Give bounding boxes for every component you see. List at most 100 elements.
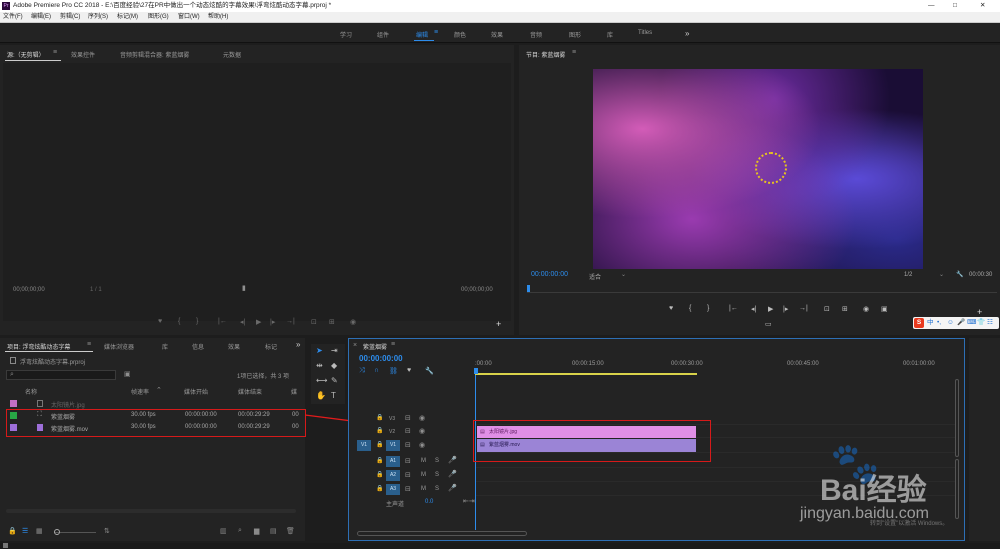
sort-icon[interactable]: ⇅ xyxy=(104,527,110,535)
lock-track-icon[interactable]: 🔒 xyxy=(376,486,383,492)
trash-icon[interactable]: 🗑 xyxy=(286,527,295,535)
overwrite-icon[interactable]: ⊞ xyxy=(329,318,335,326)
menu-window[interactable]: 窗口(W) xyxy=(178,12,200,23)
extract-icon[interactable]: ⊞ xyxy=(842,305,848,313)
tab-sequence[interactable]: 紫蓝烟雾 xyxy=(363,342,387,351)
new-item-icon[interactable]: ▤ xyxy=(270,527,277,535)
insert-icon[interactable]: ⊡ xyxy=(311,318,317,326)
mark-in-icon[interactable]: { xyxy=(178,318,180,325)
col-media-start[interactable]: 媒体开始 xyxy=(184,387,208,396)
ws-libraries[interactable]: 库 xyxy=(607,30,613,39)
sort-asc-icon[interactable]: ⌃ xyxy=(156,386,162,394)
mark-in-icon[interactable]: { xyxy=(689,305,691,312)
ime-keyboard-icon[interactable]: ⌨ xyxy=(967,317,976,329)
mute-button[interactable]: M xyxy=(421,472,426,478)
track-lane-a2[interactable] xyxy=(476,469,956,482)
mark-out-icon[interactable]: } xyxy=(707,305,709,312)
step-fwd-icon[interactable]: |▸ xyxy=(270,318,275,326)
automate-icon[interactable]: ▥ xyxy=(220,527,227,535)
ws-editing[interactable]: 编辑 xyxy=(416,30,428,39)
close-tab-icon[interactable]: × xyxy=(353,342,357,349)
playhead-icon[interactable] xyxy=(527,285,530,292)
ime-emoji-icon[interactable]: ☺ xyxy=(947,317,954,329)
ws-graphics[interactable]: 图形 xyxy=(569,30,581,39)
solo-button[interactable]: S xyxy=(435,472,439,478)
tab-audio-mixer[interactable]: 音频剪辑混合器: 紫蓝烟雾 xyxy=(120,50,189,59)
step-back-icon[interactable]: ◂| xyxy=(751,305,756,313)
goto-in-icon[interactable]: |← xyxy=(218,318,227,325)
col-media-end[interactable]: 媒体结束 xyxy=(238,387,262,396)
play-icon[interactable]: ▶ xyxy=(768,305,773,313)
mute-button[interactable]: M xyxy=(421,458,426,464)
fit-dropdown[interactable]: 适合 xyxy=(589,272,601,281)
goto-icon[interactable]: ⇤⇥ xyxy=(463,498,475,505)
settings-wrench-icon[interactable]: 🔧 xyxy=(425,367,434,375)
mic-icon[interactable]: 🎤 xyxy=(448,457,457,464)
pen-tool-icon[interactable]: ✎ xyxy=(331,376,338,385)
source-page-select[interactable]: 1 / 1 xyxy=(90,287,102,293)
master-volume[interactable]: 0.0 xyxy=(425,499,433,505)
menu-edit[interactable]: 编辑(E) xyxy=(31,12,51,23)
vr-icon[interactable]: ▭ xyxy=(765,320,772,328)
resolution-dropdown[interactable]: 1/2 xyxy=(904,272,912,278)
add-marker-icon[interactable]: ♥ xyxy=(407,367,411,374)
menu-help[interactable]: 帮助(H) xyxy=(208,12,228,23)
lift-icon[interactable]: ⊡ xyxy=(824,305,830,313)
col-framerate[interactable]: 帧速率 xyxy=(131,387,149,396)
master-track-header[interactable]: 主声道 0.0 ⇤⇥ xyxy=(349,497,475,508)
track-header-v2[interactable]: 🔒 V2 ⊟ ◉ xyxy=(349,426,475,438)
eye-icon[interactable]: ◉ xyxy=(419,415,425,422)
timeline-scroll-h[interactable] xyxy=(357,531,527,536)
menu-file[interactable]: 文件(F) xyxy=(3,12,23,23)
find-icon[interactable]: ⌕ xyxy=(238,527,242,535)
export-frame-icon[interactable]: ◉ xyxy=(350,318,356,326)
tab-menu-icon[interactable]: ≡ xyxy=(572,49,576,56)
track-target-a3[interactable]: A3 xyxy=(386,484,400,495)
sync-icon[interactable]: ⊟ xyxy=(405,428,411,435)
ws-audio[interactable]: 音频 xyxy=(530,30,542,39)
add-marker-icon[interactable]: ♥ xyxy=(158,318,162,325)
ripple-tool-icon[interactable]: ⇹ xyxy=(316,361,323,370)
eye-icon[interactable]: ◉ xyxy=(419,442,425,449)
lock-icon[interactable]: 🔒 xyxy=(8,527,17,535)
source-tc-left[interactable]: 00;00;00;00 xyxy=(13,287,45,293)
eye-icon[interactable]: ◉ xyxy=(419,428,425,435)
ws-titles[interactable]: Titles xyxy=(638,30,652,36)
timeline-timecode[interactable]: 00:00:00:00 xyxy=(359,354,403,363)
snap-icon[interactable]: ∩ xyxy=(374,367,379,374)
ime-skin-icon[interactable]: 👕 xyxy=(977,317,985,329)
res-chevron-icon[interactable]: ⌄ xyxy=(939,271,944,278)
step-back-icon[interactable]: ◂| xyxy=(240,318,245,326)
new-bin-icon[interactable]: ▆ xyxy=(254,527,259,535)
step-fwd-icon[interactable]: |▸ xyxy=(783,305,788,313)
selection-tool-icon[interactable]: ➤ xyxy=(316,346,323,355)
zoom-slider[interactable] xyxy=(54,529,96,535)
ws-menu-icon[interactable]: ≡ xyxy=(434,29,438,36)
tab-effects[interactable]: 效果 xyxy=(228,342,240,351)
ws-learn[interactable]: 学习 xyxy=(340,30,352,39)
timeline-scroll-v2[interactable] xyxy=(955,459,959,519)
new-search-bin-icon[interactable]: ▣ xyxy=(124,371,131,378)
lock-track-icon[interactable]: 🔒 xyxy=(376,415,383,421)
fit-chevron-icon[interactable]: ⌄ xyxy=(621,271,626,278)
sync-icon[interactable]: ⊟ xyxy=(405,442,411,449)
program-timecode[interactable]: 00:00:00:00 xyxy=(531,271,568,278)
play-icon[interactable]: ▶ xyxy=(256,318,261,326)
solo-button[interactable]: S xyxy=(435,458,439,464)
mic-icon[interactable]: 🎤 xyxy=(448,471,457,478)
timeline-scroll-v[interactable] xyxy=(955,379,959,457)
wrench-icon[interactable]: 🔧 xyxy=(956,271,963,278)
col-name[interactable]: 名称 xyxy=(25,387,37,396)
playhead-icon[interactable] xyxy=(474,368,478,374)
razor-tool-icon[interactable]: ◆ xyxy=(331,361,337,370)
add-button-icon[interactable]: + xyxy=(977,307,982,317)
track-header-a2[interactable]: 🔒 A2 ⊟ M S 🎤 xyxy=(349,469,475,482)
track-header-v1[interactable]: V1 🔒 V1 ⊟ ◉ xyxy=(349,439,475,453)
program-tc-right[interactable]: 00:00:30 xyxy=(969,272,992,278)
ws-more-icon[interactable]: » xyxy=(685,29,689,38)
tab-metadata[interactable]: 元数据 xyxy=(223,50,241,59)
ws-color[interactable]: 颜色 xyxy=(454,30,466,39)
ws-effects[interactable]: 效果 xyxy=(491,30,503,39)
mic-icon[interactable]: 🎤 xyxy=(448,485,457,492)
ws-assembly[interactable]: 组件 xyxy=(377,30,389,39)
